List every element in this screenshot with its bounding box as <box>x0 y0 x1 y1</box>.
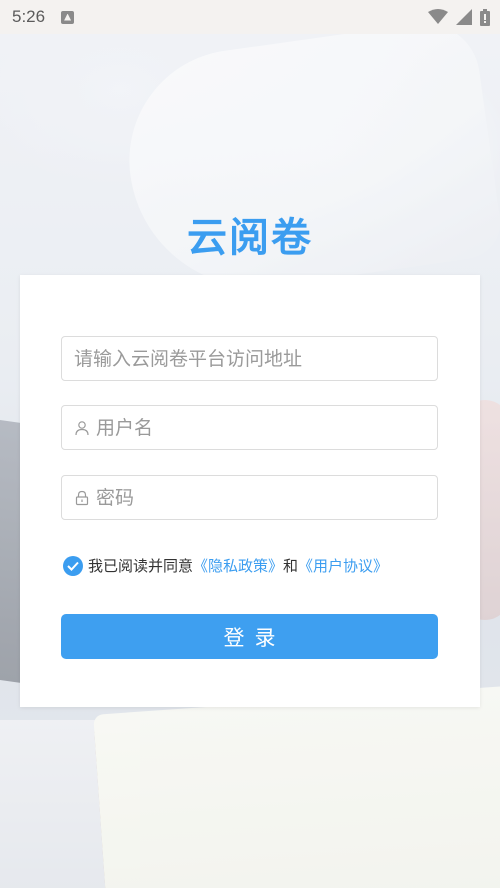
login-card: 我已阅读并同意 《隐私政策》 和 《用户协议》 登录 <box>20 275 480 707</box>
signal-icon <box>456 9 472 25</box>
app-logo: 云阅卷 <box>187 215 313 261</box>
username-input[interactable] <box>96 416 425 439</box>
url-field[interactable] <box>61 336 438 381</box>
username-field[interactable] <box>61 405 438 450</box>
password-field[interactable] <box>61 475 438 520</box>
wifi-icon <box>428 9 448 24</box>
check-icon <box>67 561 79 571</box>
agreement-row: 我已阅读并同意 《隐私政策》 和 《用户协议》 <box>63 555 388 576</box>
status-time: 5:26 <box>12 7 46 26</box>
password-input[interactable] <box>96 486 425 509</box>
user-icon <box>75 420 89 435</box>
agreement-prefix: 我已阅读并同意 <box>88 557 194 575</box>
battery-icon <box>480 8 490 26</box>
privacy-policy-link[interactable]: 《隐私政策》 <box>193 555 283 576</box>
agreement-connector: 和 <box>283 557 299 575</box>
a-notification-icon <box>61 10 75 24</box>
login-button[interactable]: 登录 <box>61 614 438 659</box>
url-input[interactable] <box>74 347 425 370</box>
user-agreement-link[interactable]: 《用户协议》 <box>298 555 388 576</box>
lock-icon <box>75 490 89 505</box>
agreement-checkbox[interactable] <box>63 555 83 576</box>
status-bar: 5:26 <box>0 0 500 34</box>
status-icons <box>428 8 490 26</box>
